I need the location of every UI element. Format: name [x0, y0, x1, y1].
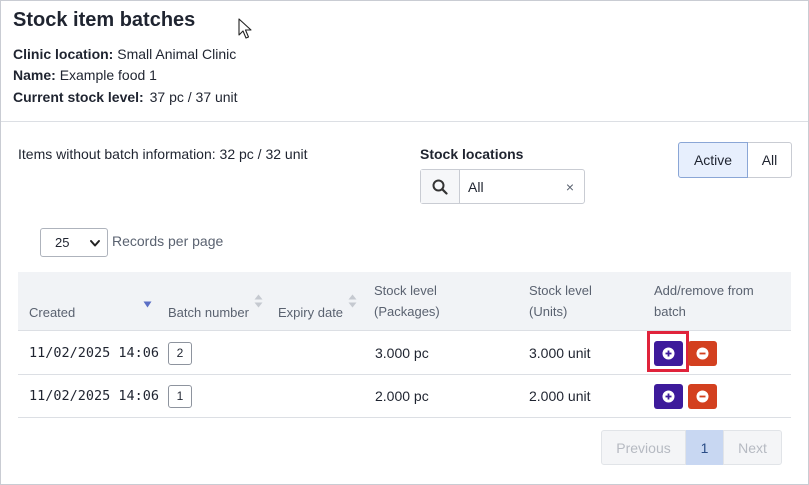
- sort-icon[interactable]: [254, 294, 263, 308]
- records-per-page-select[interactable]: 25: [40, 228, 108, 257]
- add-to-batch-button[interactable]: [654, 341, 683, 366]
- clinic-location-value: Small Animal Clinic: [117, 46, 237, 62]
- header-line: batch: [654, 304, 686, 319]
- current-stock-line: Current stock level: 37 pc / 37 unit: [13, 89, 238, 105]
- remove-from-batch-button[interactable]: [688, 341, 717, 366]
- header-line: (Units): [529, 304, 568, 319]
- sort-icon[interactable]: [348, 294, 357, 308]
- batch-number-badge[interactable]: 2: [168, 341, 192, 365]
- header-line: Add/remove from: [654, 283, 754, 298]
- clinic-location-label: Clinic location:: [13, 46, 114, 62]
- active-filter-button[interactable]: Active: [678, 142, 748, 178]
- name-line: Name: Example food 1: [13, 67, 157, 83]
- cell-created: 11/02/2025 14:06: [29, 388, 160, 404]
- clear-icon[interactable]: ×: [556, 170, 584, 203]
- cell-batch-number: 2: [168, 332, 192, 374]
- cell-stock-units: 3.000 unit: [529, 345, 591, 361]
- column-header-stock-units: Stock level (Units): [529, 280, 592, 322]
- page-title: Stock item batches: [13, 9, 196, 31]
- items-without-batch: Items without batch information: 32 pc /…: [18, 146, 308, 162]
- header-line: (Packages): [374, 304, 440, 319]
- active-all-toggle: Active All: [678, 142, 792, 178]
- stock-locations-label: Stock locations: [420, 146, 524, 162]
- stock-locations-value[interactable]: All: [460, 170, 556, 203]
- column-header-expiry-date[interactable]: Expiry date: [278, 302, 343, 323]
- mouse-cursor-icon: [238, 18, 252, 39]
- stock-locations-select[interactable]: All ×: [420, 169, 585, 204]
- records-per-page-label: Records per page: [112, 233, 224, 249]
- pagination-page-button[interactable]: 1: [686, 430, 723, 465]
- all-filter-button[interactable]: All: [748, 142, 792, 178]
- current-stock-value: 37 pc / 37 unit: [149, 89, 238, 105]
- minus-circle-icon: [696, 347, 709, 360]
- plus-circle-icon: [662, 390, 675, 403]
- batch-number-badge[interactable]: 1: [168, 384, 192, 408]
- remove-from-batch-button[interactable]: [688, 384, 717, 409]
- sort-desc-icon[interactable]: [143, 301, 152, 308]
- name-value: Example food 1: [59, 67, 157, 83]
- cell-stock-units: 2.000 unit: [529, 388, 591, 404]
- cell-created: 11/02/2025 14:06: [29, 345, 160, 361]
- cell-stock-packages: 3.000 pc: [375, 345, 429, 361]
- column-header-created[interactable]: Created: [29, 302, 75, 323]
- column-header-batch-number[interactable]: Batch number: [168, 302, 249, 323]
- pagination-next-button[interactable]: Next: [723, 430, 782, 465]
- table-header: Created Batch number Expiry date Stock l…: [18, 272, 791, 331]
- table-row: 11/02/2025 14:06 2 3.000 pc 3.000 unit: [18, 331, 791, 375]
- add-to-batch-button[interactable]: [654, 384, 683, 409]
- search-icon[interactable]: [421, 170, 460, 203]
- pagination-previous-button[interactable]: Previous: [601, 430, 686, 465]
- header-line: Stock level: [529, 283, 592, 298]
- plus-circle-icon: [662, 347, 675, 360]
- section-divider: [1, 121, 808, 122]
- items-without-batch-value: 32 pc / 32 unit: [219, 146, 308, 162]
- cell-stock-packages: 2.000 pc: [375, 388, 429, 404]
- current-stock-label: Current stock level:: [13, 89, 144, 105]
- cell-batch-number: 1: [168, 375, 192, 417]
- records-per-page-value: 25: [55, 235, 70, 250]
- chevron-down-icon: [90, 240, 100, 247]
- minus-circle-icon: [696, 390, 709, 403]
- items-without-batch-label: Items without batch information:: [18, 146, 216, 162]
- name-label: Name:: [13, 67, 56, 83]
- column-header-add-remove: Add/remove from batch: [654, 280, 754, 322]
- header-line: Stock level: [374, 283, 437, 298]
- table-row: 11/02/2025 14:06 1 2.000 pc 2.000 unit: [18, 375, 791, 418]
- column-header-stock-packages: Stock level (Packages): [374, 280, 440, 322]
- clinic-location-line: Clinic location: Small Animal Clinic: [13, 46, 236, 62]
